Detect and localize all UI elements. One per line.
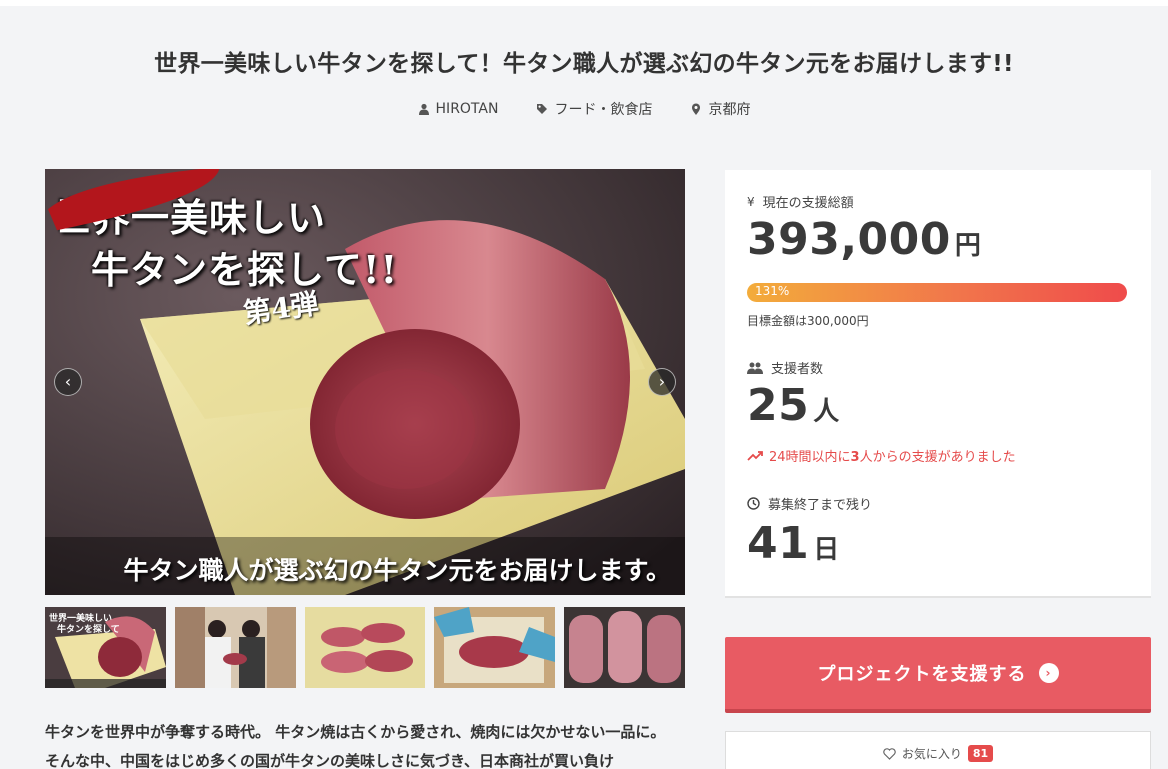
location-name: 京都府 [708,102,751,118]
thumbnail-3[interactable] [304,607,426,688]
backers-value: 25 [747,380,810,431]
thumbnail-1-subtitle: 牛タンを探して [57,623,120,635]
thumbnail-5[interactable] [564,607,685,688]
yen-icon: ¥ [747,194,755,209]
chevron-right-circle-icon: › [1038,663,1059,683]
clock-icon [747,497,760,510]
funding-progress-bar: 131% [747,283,1127,302]
thumbnail-5-image [564,607,685,688]
location-link[interactable]: 京都府 [690,99,750,119]
top-bar [0,0,1168,6]
category-link[interactable]: フード・飲食店 [536,99,652,119]
progress-percent: 131% [755,284,790,298]
chevron-right-icon: › [658,372,666,391]
thumbnail-3-image [304,607,426,688]
users-icon [747,362,763,374]
recent-count: 3 [850,450,860,465]
total-value: 393,000 [747,214,951,265]
chevron-left-icon: ‹ [64,372,72,391]
trending-up-icon [747,450,763,461]
recent-prefix: 24時間以内に [769,450,851,465]
carousel-next-button[interactable]: › [648,368,676,396]
backers-unit: 人 [813,397,840,427]
thumbnail-1-image: 世界一美味しい 牛タンを探して [45,607,166,688]
category-name: フード・飲食店 [554,102,653,118]
thumbnail-2[interactable] [174,607,296,688]
remaining-label: 募集終了まで残り [768,498,873,513]
user-icon [418,103,429,115]
image-caption: 牛タン職人が選ぶ幻の牛タン元をお届けします。 [123,556,671,585]
thumbnail-strip: 世界一美味しい 牛タンを探して [45,607,685,688]
main-image-carousel[interactable]: 世界一美味しい 牛タンを探して!! 第4弾 牛タン職人が選ぶ幻の牛タン元をお届け… [45,169,685,595]
thumbnail-1[interactable]: 世界一美味しい 牛タンを探して [45,607,166,688]
recent-support-notice: 24時間以内に3人からの支援がありました [747,446,1016,465]
backers-label: 支援者数 [771,362,824,377]
remaining-unit: 日 [813,535,840,565]
recent-suffix: 人からの支援がありました [859,450,1016,465]
favorite-label: お気に入り [901,747,962,761]
thumbnail-2-image [174,607,296,688]
goal-amount: 目標金額は300,000円 [747,314,869,328]
remaining-value: 41 [747,518,810,569]
tag-icon [537,104,548,114]
remaining-days: 41 日 [747,518,840,569]
support-project-button[interactable]: プロジェクトを支援する › [725,637,1151,713]
total-label-row: ¥ 現在の支援総額 [747,192,854,212]
thumbnail-1-title: 世界一美味しい [49,612,112,624]
total-label: 現在の支援総額 [762,196,854,211]
carousel-prev-button[interactable]: ‹ [54,368,82,396]
favorite-count: 81 [967,745,994,762]
support-button-label: プロジェクトを支援する [817,664,1027,685]
owner-name: HIROTAN [435,101,499,117]
total-unit: 円 [954,231,982,261]
page-title: 世界一美味しい牛タンを探して！牛タン職人が選ぶ幻の牛タン元をお届けします!! [154,51,1014,77]
backers-count: 25 人 [747,380,840,431]
backers-label-row: 支援者数 [747,358,823,377]
owner-link[interactable]: HIROTAN [418,99,499,119]
thumbnail-4[interactable] [434,607,556,688]
map-pin-icon [692,103,701,115]
favorite-button[interactable]: お気に入り 81 [725,731,1151,769]
stats-card: ¥ 現在の支援総額 393,000 円 131% 目標金額は300,000円 支援… [725,170,1151,598]
project-description: 牛タンを世界中が争奪する時代。 牛タン焼は古くから愛され、焼肉には欠かせない一品… [45,723,666,769]
project-meta: HIROTAN フード・飲食店 京都府 [0,99,1168,119]
remaining-label-row: 募集終了まで残り [747,494,872,513]
heart-icon [883,747,896,760]
image-caption-bar: 牛タン職人が選ぶ幻の牛タン元をお届けします。 [45,537,685,595]
thumbnail-4-image [434,607,556,688]
total-amount: 393,000 円 [747,214,981,265]
image-title-line2: 牛タンを探して!! [91,247,399,292]
